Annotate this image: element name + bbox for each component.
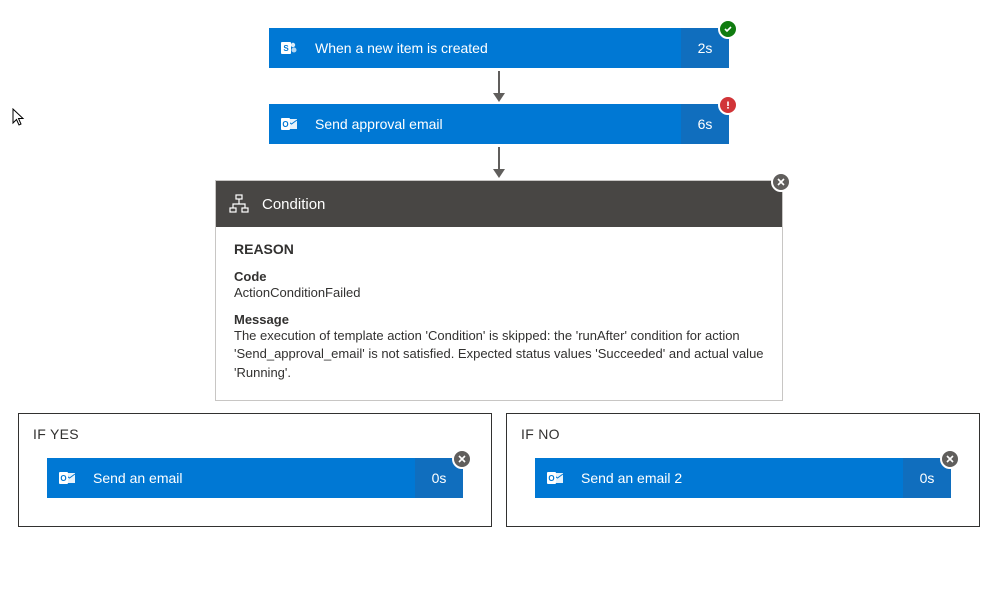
if-yes-label: IF YES: [33, 426, 477, 442]
yes-email-label: Send an email: [87, 470, 415, 486]
skipped-badge-icon: [940, 449, 960, 469]
condition-header[interactable]: Condition: [216, 181, 782, 227]
trigger-label: When a new item is created: [309, 40, 681, 56]
approval-step[interactable]: O Send approval email 6s: [269, 104, 729, 144]
condition-icon: [226, 194, 252, 214]
flow-run-container: S When a new item is created 2s O Send a…: [0, 0, 998, 401]
outlook-icon: O: [47, 458, 87, 498]
code-value: ActionConditionFailed: [234, 284, 764, 302]
approval-label: Send approval email: [309, 116, 681, 132]
outlook-icon: O: [535, 458, 575, 498]
code-label: Code: [234, 269, 764, 284]
no-email-step[interactable]: O Send an email 2 0s: [535, 458, 951, 498]
condition-card[interactable]: Condition REASON Code ActionConditionFai…: [215, 180, 783, 401]
skipped-badge-icon: [771, 172, 791, 192]
error-badge-icon: [718, 95, 738, 115]
svg-text:O: O: [548, 474, 554, 483]
if-no-label: IF NO: [521, 426, 965, 442]
skipped-badge-icon: [452, 449, 472, 469]
svg-text:S: S: [283, 44, 289, 53]
if-no-branch: IF NO O Send an email 2 0s: [506, 413, 980, 527]
message-value: The execution of template action 'Condit…: [234, 327, 764, 382]
reason-heading: REASON: [234, 241, 764, 257]
no-email-label: Send an email 2: [575, 470, 903, 486]
message-label: Message: [234, 312, 764, 327]
svg-text:O: O: [60, 474, 66, 483]
arrow-connector-icon: [493, 68, 505, 104]
arrow-connector-icon: [493, 144, 505, 180]
if-yes-branch: IF YES O Send an email 0s: [18, 413, 492, 527]
success-badge-icon: [718, 19, 738, 39]
trigger-step[interactable]: S When a new item is created 2s: [269, 28, 729, 68]
branches-container: IF YES O Send an email 0s IF NO O Send a…: [18, 413, 980, 527]
svg-text:O: O: [282, 120, 288, 129]
condition-body: REASON Code ActionConditionFailed Messag…: [216, 227, 782, 400]
yes-email-step[interactable]: O Send an email 0s: [47, 458, 463, 498]
outlook-icon: O: [269, 104, 309, 144]
condition-title: Condition: [252, 196, 325, 213]
sharepoint-icon: S: [269, 28, 309, 68]
